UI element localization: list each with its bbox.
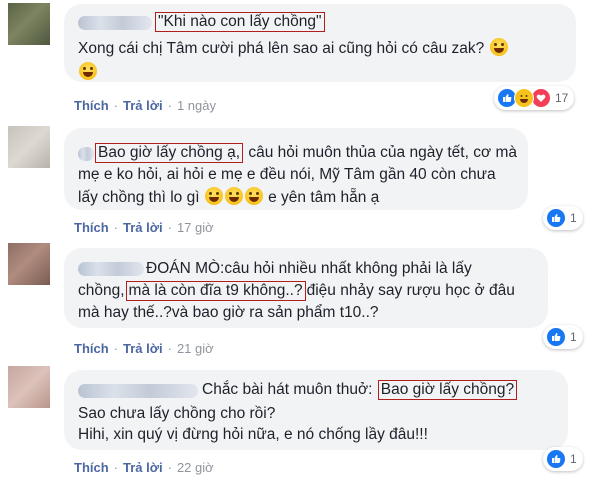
comment-text-line: lấy chồng thì lo gì e yên tâm hẵn ạ [78,187,380,206]
reaction-summary[interactable]: 17 [494,86,575,110]
commenter-name[interactable] [78,16,152,30]
reply-link[interactable]: Trả lời [123,460,163,475]
comment-text-line: Hihi, xin quý vị đừng hỏi nữa, e nó chốn… [78,426,428,443]
reaction-summary[interactable]: 1 [543,325,583,349]
like-reaction-icon [546,449,566,469]
like-reaction-icon [546,327,566,347]
like-link[interactable]: Thích [74,220,109,235]
laugh-emoji-icon [79,62,97,80]
avatar[interactable] [8,366,50,408]
comment-text-line: mà hay thế..?và bao giờ ra sản phẩm t10.… [78,304,379,321]
comment-text-line: ĐOÁN MÒ:câu hỏi nhiều nhất không phải là… [146,260,472,277]
like-link[interactable]: Thích [74,341,109,356]
comment-actions: Thích · Trả lời · 21 giờ [74,341,214,356]
comment-time[interactable]: 1 ngày [177,98,216,113]
reaction-count: 1 [570,452,577,466]
comment-text-line: "Khi nào con lấy chồng" [154,12,326,32]
love-reaction-icon [531,88,551,108]
commenter-name[interactable] [78,384,198,398]
highlighted-quote: Bao giờ lấy chồng ạ, [95,143,244,163]
haha-reaction-icon [514,88,534,108]
like-link[interactable]: Thích [74,460,109,475]
comment-text-line: Chắc bài hát muôn thuở: Bao giờ lấy chồn… [202,380,518,400]
laugh-emoji-icon [489,38,508,56]
comment: Chắc bài hát muôn thuở: Bao giờ lấy chồn… [0,362,600,481]
like-reaction-icon [546,208,566,228]
comment-text-line: Bao giờ lấy chồng ạ, câu hỏi muôn thủa c… [94,143,517,163]
comment-time[interactable]: 21 giờ [177,341,214,356]
avatar[interactable] [8,243,50,285]
comment-text-line: mẹ e ko hỏi, ai hỏi e mẹ e đều nói, Mỹ T… [78,166,496,183]
comment: ĐOÁN MÒ:câu hỏi nhiều nhất không phải là… [0,240,600,362]
avatar[interactable] [8,3,50,45]
comment-text-line: Sao chưa lấy chồng cho rồi? [78,405,276,422]
like-link[interactable]: Thích [74,98,109,113]
reaction-count: 17 [555,91,569,105]
comment-actions: Thích · Trả lời · 22 giờ [74,460,214,475]
highlighted-quote: mà là còn đĩa t9 không..? [125,281,306,301]
reaction-summary[interactable]: 1 [543,447,583,471]
comment-actions: Thích · Trả lời · 17 giờ [74,220,214,235]
reply-link[interactable]: Trả lời [123,220,163,235]
commenter-name[interactable] [78,262,144,276]
reply-link[interactable]: Trả lời [123,98,163,113]
reaction-count: 1 [570,211,577,225]
highlighted-quote: "Khi nào con lấy chồng" [155,12,325,32]
comment: Bao giờ lấy chồng ạ, câu hỏi muôn thủa c… [0,122,600,240]
laugh-emoji-icon [244,187,263,205]
commenter-name[interactable] [78,147,94,161]
comment: "Khi nào con lấy chồng" Xong cái chị Tâm… [0,0,600,122]
comment-text-line [78,62,98,83]
reply-link[interactable]: Trả lời [123,341,163,356]
comment-time[interactable]: 17 giờ [177,220,214,235]
laugh-emoji-icon [204,187,223,205]
highlighted-quote: Bao giờ lấy chồng? [377,380,518,400]
comment-text-line: Xong cái chị Tâm cười phá lên sao ai cũn… [78,38,509,59]
avatar[interactable] [8,126,50,168]
laugh-emoji-icon [224,187,243,205]
reaction-summary[interactable]: 1 [543,206,583,230]
comment-thread: "Khi nào con lấy chồng" Xong cái chị Tâm… [0,0,600,481]
reaction-count: 1 [570,330,577,344]
comment-time[interactable]: 22 giờ [177,460,214,475]
comment-actions: Thích · Trả lời · 1 ngày [74,98,216,113]
comment-text-line: chồng, mà là còn đĩa t9 không..? điệu nhảy… [78,281,515,301]
